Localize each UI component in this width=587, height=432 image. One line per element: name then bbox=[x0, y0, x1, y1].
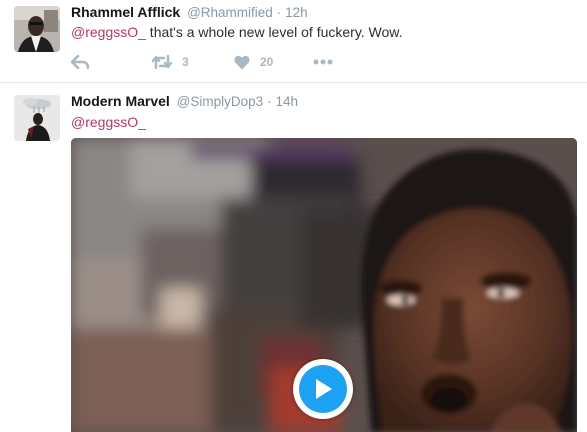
avatar[interactable] bbox=[14, 6, 60, 52]
retweet-count: 3 bbox=[182, 55, 189, 69]
mention-link[interactable]: @reggssO_ bbox=[71, 114, 146, 130]
timestamp[interactable]: 12h bbox=[285, 5, 308, 20]
tweet-2[interactable]: Modern Marvel @SimplyDop3 · 14h @reggssO… bbox=[0, 83, 587, 432]
video-player[interactable] bbox=[71, 138, 577, 432]
like-button[interactable]: 20 bbox=[234, 52, 273, 72]
tweet-text: @reggssO_ bbox=[71, 114, 146, 130]
author-name[interactable]: Modern Marvel bbox=[71, 93, 170, 109]
like-count: 20 bbox=[260, 55, 274, 69]
timestamp[interactable]: 14h bbox=[275, 94, 298, 109]
tweet-header: Modern Marvel @SimplyDop3 · 14h bbox=[71, 93, 298, 109]
mention-link[interactable]: @reggssO_ bbox=[71, 24, 146, 40]
play-icon bbox=[299, 365, 347, 413]
more-icon bbox=[313, 59, 333, 65]
reply-button[interactable] bbox=[71, 52, 89, 72]
separator: · bbox=[267, 94, 272, 109]
tweet-actions: 3 20 bbox=[71, 52, 371, 72]
avatar[interactable] bbox=[14, 95, 60, 141]
play-button[interactable] bbox=[293, 359, 353, 419]
person-avatar-icon bbox=[14, 6, 60, 52]
person-avatar-icon bbox=[14, 95, 60, 141]
tweet-header: Rhammel Afflick @Rhammified · 12h bbox=[71, 4, 308, 20]
author-handle[interactable]: @SimplyDop3 bbox=[177, 94, 263, 109]
separator: · bbox=[276, 5, 282, 20]
heart-icon bbox=[234, 55, 250, 69]
retweet-icon bbox=[152, 54, 172, 70]
reply-icon bbox=[71, 55, 89, 69]
tweet-1[interactable]: Rhammel Afflick @Rhammified · 12h @reggs… bbox=[0, 0, 587, 83]
more-button[interactable] bbox=[313, 52, 333, 72]
retweet-button[interactable]: 3 bbox=[152, 52, 189, 72]
author-handle[interactable]: @Rhammified bbox=[187, 5, 273, 20]
tweet-text: @reggssO_ that's a whole new level of fu… bbox=[71, 24, 403, 40]
author-name[interactable]: Rhammel Afflick bbox=[71, 4, 180, 20]
tweet-body: that's a whole new level of fuckery. Wow… bbox=[145, 24, 403, 40]
